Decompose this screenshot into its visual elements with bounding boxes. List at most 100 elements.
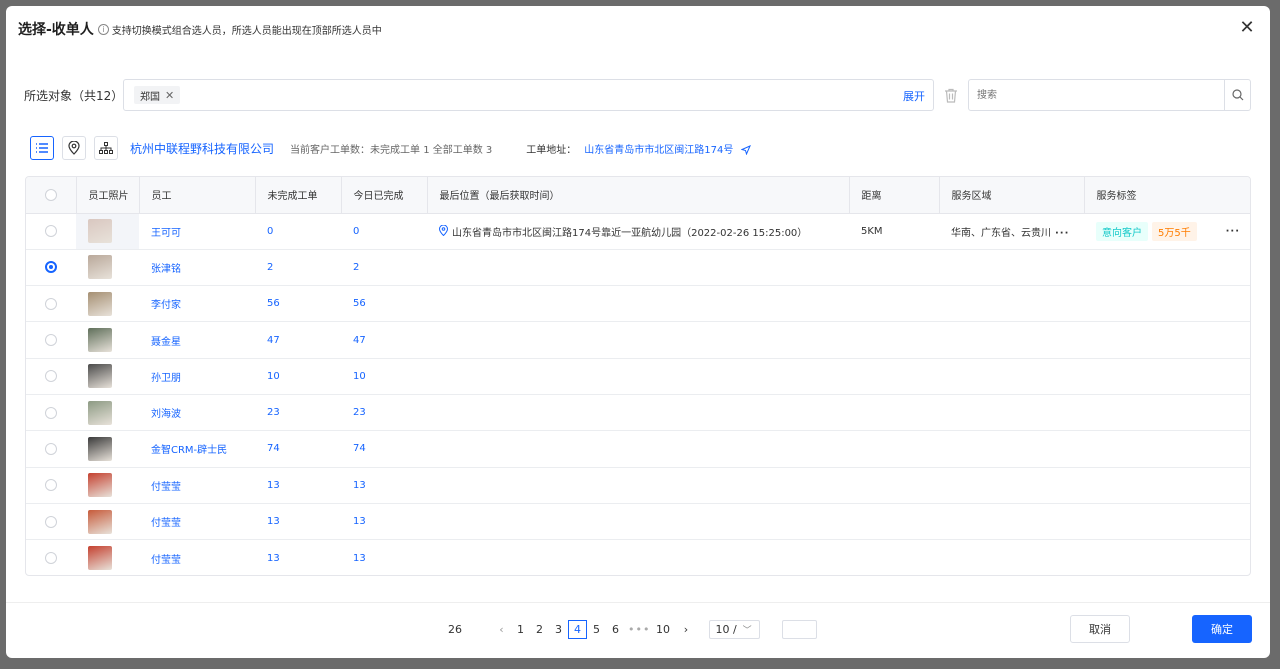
next-page-icon[interactable]: › [676,620,695,639]
page-jump-input[interactable] [782,620,818,639]
row-radio[interactable] [45,406,57,419]
avatar [88,546,112,571]
done-today[interactable]: 10 [341,358,427,395]
done-today[interactable]: 23 [341,394,427,432]
pending-orders[interactable]: 47 [255,321,341,359]
table-row[interactable]: 张津铭 2 2 [26,249,1250,287]
avatar [88,291,112,316]
pending-orders[interactable]: 13 [255,467,341,504]
more-icon[interactable]: ··· [1055,228,1069,239]
done-today[interactable]: 13 [341,467,427,504]
photo-cell [76,467,139,504]
pending-orders[interactable]: 13 [255,540,341,575]
employee-name[interactable]: 孙卫朋 [139,358,255,395]
employee-name[interactable]: 付莹莹 [139,503,255,541]
done-today[interactable]: 2 [341,249,427,287]
service-area [939,503,1084,541]
page-3[interactable]: 3 [549,620,568,639]
page-size-select[interactable]: 10 / ﹀ [709,620,761,639]
selected-tag-label: 郑国 [140,91,160,103]
row-radio[interactable] [45,297,57,310]
page-5[interactable]: 5 [587,620,606,639]
employee-name[interactable]: 聂金星 [139,321,255,359]
distance [849,321,939,359]
service-area [939,394,1084,432]
pending-orders[interactable]: 56 [255,285,341,323]
close-icon[interactable]: ✕ [1238,19,1256,37]
row-radio[interactable] [45,442,57,455]
employee-name[interactable]: 李付家 [139,285,255,323]
prev-page-icon[interactable]: ‹ [492,620,511,639]
employee-name[interactable]: 金智CRM-辟士民 [139,430,255,468]
row-radio[interactable] [45,370,57,383]
selected-tags-box[interactable]: 郑国 ✕ 展开 [123,79,934,111]
distance [849,394,939,432]
page-6[interactable]: 6 [606,620,625,639]
table-row[interactable]: 聂金星 47 47 [26,321,1250,359]
order-address-text: 山东省青岛市市北区闽江路174号 [584,144,734,156]
row-actions-icon[interactable]: ··· [1226,226,1240,237]
list-view-icon[interactable] [30,136,54,160]
row-select-cell [26,285,76,323]
distance [849,358,939,395]
employee-name[interactable]: 付莹莹 [139,540,255,575]
page-1[interactable]: 1 [511,620,530,639]
page-2[interactable]: 2 [530,620,549,639]
page-4-current[interactable]: 4 [568,620,587,639]
service-area [939,249,1084,287]
distance [849,430,939,468]
pending-orders[interactable]: 13 [255,503,341,541]
table-row[interactable]: 付莹莹 13 13 [26,540,1250,575]
row-radio[interactable] [45,225,57,238]
table-row[interactable]: 刘海波 23 23 [26,394,1250,432]
row-radio[interactable] [45,261,57,274]
pending-orders[interactable]: 10 [255,358,341,395]
done-today[interactable]: 13 [341,540,427,575]
avatar [88,473,112,498]
done-today[interactable]: 56 [341,285,427,323]
search-icon[interactable] [1224,80,1250,110]
done-today[interactable]: 74 [341,430,427,468]
tag-close-icon[interactable]: ✕ [165,89,174,102]
page-last[interactable]: 10 [653,620,672,639]
org-tree-view-icon[interactable] [94,136,118,160]
map-pin-view-icon[interactable] [62,136,86,160]
expand-link[interactable]: 展开 [903,88,925,104]
table-row[interactable]: 付莹莹 13 13 [26,503,1250,541]
table-row[interactable]: 金智CRM-辟士民 74 74 [26,430,1250,468]
row-radio[interactable] [45,334,57,347]
pending-orders[interactable]: 0 [255,213,341,250]
table-row[interactable]: 付莹莹 13 13 [26,467,1250,504]
more-pages-icon[interactable]: ••• [628,623,650,636]
confirm-button[interactable]: 确定 [1192,615,1252,643]
service-area [939,358,1084,395]
row-radio[interactable] [45,515,57,528]
row-radio[interactable] [45,479,57,492]
trash-icon[interactable] [934,88,968,103]
employee-name[interactable]: 刘海波 [139,394,255,432]
row-select-cell [26,213,76,250]
table-row[interactable]: 李付家 56 56 [26,285,1250,323]
table-row[interactable]: 孙卫朋 10 10 [26,358,1250,395]
done-today[interactable]: 0 [341,213,427,250]
employee-name[interactable]: 王可可 [139,213,255,250]
row-radio[interactable] [45,552,57,565]
row-select-cell [26,540,76,575]
pending-orders[interactable]: 74 [255,430,341,468]
service-tags [1084,503,1250,541]
employee-name[interactable]: 付莹莹 [139,467,255,504]
service-area-text: 华南、广东省、云贵川 [951,227,1051,239]
select-all-radio[interactable] [44,188,57,201]
order-address[interactable]: 山东省青岛市市北区闽江路174号 [584,141,751,156]
employee-name[interactable]: 张津铭 [139,249,255,287]
done-today[interactable]: 47 [341,321,427,359]
distance [849,467,939,504]
company-name[interactable]: 杭州中联程野科技有限公司 [130,140,274,157]
pending-orders[interactable]: 23 [255,394,341,432]
table-row[interactable]: 王可可 0 0 山东省青岛市市北区闽江路174号靠近一亚航幼儿园（2022-02-26… [26,213,1250,250]
done-today[interactable]: 13 [341,503,427,541]
search-box [968,79,1251,111]
search-input[interactable] [969,80,1224,110]
pending-orders[interactable]: 2 [255,249,341,287]
cancel-button[interactable]: 取消 [1070,615,1130,643]
